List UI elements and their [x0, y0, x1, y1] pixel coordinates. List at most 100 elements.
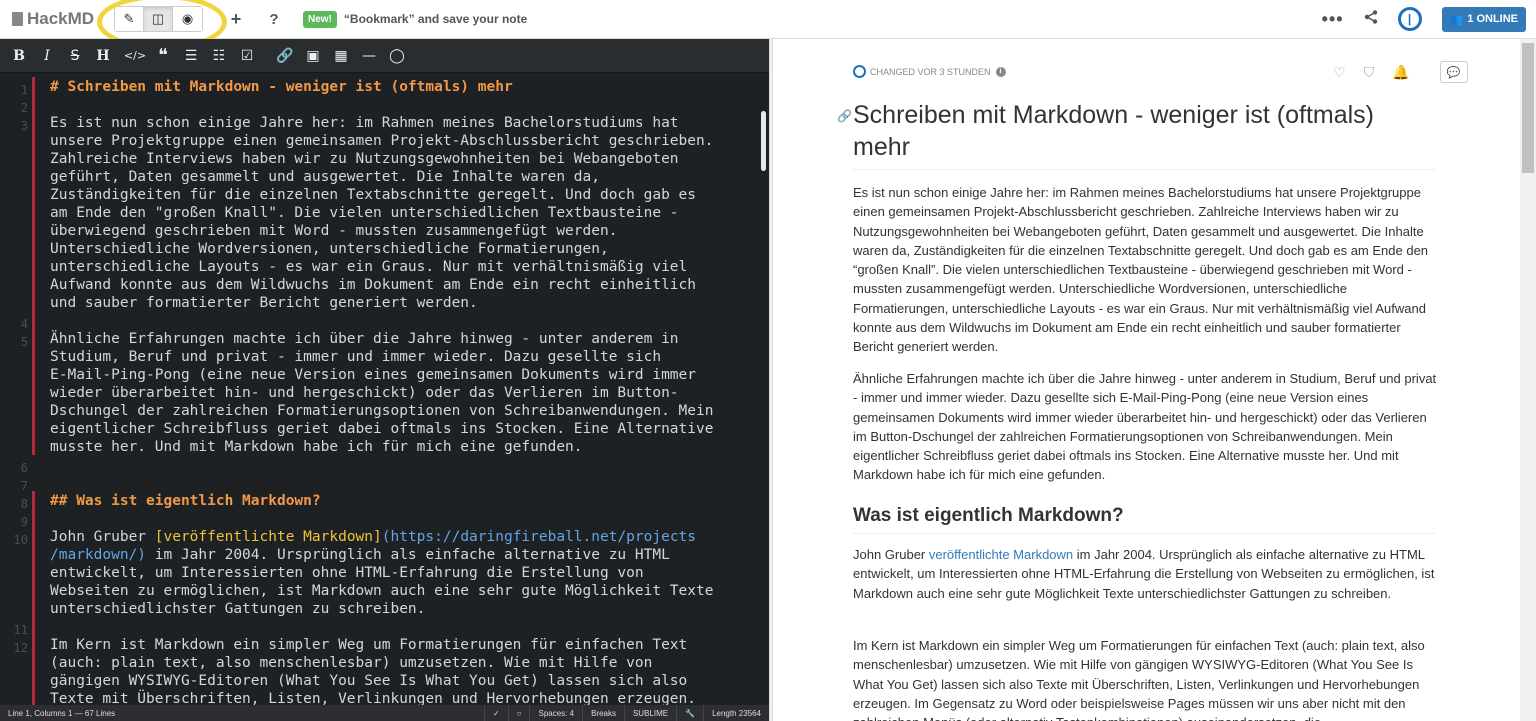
code-line: Unterschiedliche Wordversionen, untersch… [50, 241, 609, 257]
horizontal-line-icon[interactable]: — [356, 43, 382, 69]
menu-dots-icon[interactable]: ••• [1322, 9, 1344, 30]
strikethrough-button[interactable]: S [62, 43, 88, 69]
code-line: Zuständigkeiten für die einzelnen Textab… [50, 187, 697, 203]
power-icon[interactable]: | [1397, 7, 1422, 31]
indent-setting[interactable]: Spaces: 4 [529, 705, 582, 721]
numbered-list-icon[interactable]: ☷ [206, 43, 232, 69]
code-line: wieder überarbeitet hin- und hergeschick… [50, 385, 679, 401]
users-icon: 👥 [1449, 13, 1464, 26]
bold-button[interactable]: B [6, 43, 32, 69]
code-editor[interactable]: 1 2 3 4 5 6 7 8 9 10 11 12 # Schreiben m… [0, 73, 760, 705]
question-icon: ? [269, 10, 279, 28]
keymap-setting[interactable]: SUBLIME [623, 705, 676, 721]
anchor-link-icon[interactable]: 🔗 [837, 109, 852, 123]
preview-pane: CHANGED VOR 3 STUNDEN i ♡ ⛉ 🔔 💬 🔗 Schrei… [773, 39, 1536, 721]
breaks-toggle[interactable]: Breaks [582, 705, 624, 721]
check-icon[interactable]: ✓ [483, 705, 508, 721]
line-number: 4 [20, 317, 28, 331]
code-line: Im Kern ist Markdown ein simpler Weg um … [50, 637, 688, 653]
code-line: (auch: plain text, also menschenlesbar) … [50, 655, 653, 671]
document-length: Length 23564 [703, 705, 769, 721]
top-navbar: HackMD ✎ ◫ ◉ + ? New! “Bookmark” and sav… [0, 0, 1536, 39]
owner-avatar [853, 65, 866, 78]
preview-paragraph: Ähnliche Erfahrungen machte ich über die… [853, 371, 1437, 483]
line-number: 2 [20, 101, 28, 115]
preview-paragraph: Es ist nun schon einige Jahre her: im Ra… [853, 185, 1429, 355]
code-line: unsere Projektgruppe einen gemeinsamen P… [50, 133, 714, 149]
markdown-link[interactable]: veröffentlichte Markdown [929, 547, 1073, 562]
changed-status: CHANGED VOR 3 STUNDEN [870, 66, 991, 77]
code-line: am Ende den "großen Knall". Die vielen u… [50, 205, 679, 221]
code-line: unterschiedlichster Gattungen zu schreib… [50, 601, 426, 617]
code-line: Ähnliche Erfahrungen machte ich über die… [50, 331, 679, 347]
code-line: Zahlreiche Interviews haben wir zu Nutzu… [50, 151, 679, 167]
preview-actions: ♡ ⛉ 🔔 💬 [1333, 61, 1468, 83]
code-link-url: /markdown/) [50, 547, 147, 563]
circle-icon[interactable]: ○ [507, 705, 530, 721]
preview-heading: Was ist eigentlich Markdown? [853, 505, 1436, 534]
table-icon[interactable]: ▦ [328, 43, 354, 69]
line-number: 9 [20, 515, 28, 529]
brand[interactable]: HackMD [0, 9, 110, 29]
code-line: Es ist nun schon einige Jahre her: im Ra… [50, 115, 679, 131]
line-number: 3 [20, 119, 28, 133]
bell-icon[interactable]: 🔔 [1392, 64, 1409, 81]
doc-meta: CHANGED VOR 3 STUNDEN i [853, 65, 1006, 78]
line-number: 8 [20, 497, 28, 511]
line-number: 10 [13, 533, 28, 547]
quote-icon[interactable]: ❝ [150, 43, 176, 69]
bullet-list-icon[interactable]: ☰ [178, 43, 204, 69]
info-icon[interactable]: i [995, 66, 1006, 77]
line-number: 1 [20, 83, 28, 97]
line-number: 7 [20, 479, 28, 493]
code-link-url: (https://daringfireball.net/projects [381, 529, 697, 545]
code-line: eigentlicher Schreibfluss geriet dabei o… [50, 421, 714, 437]
new-note-button[interactable]: + [223, 6, 249, 32]
plus-icon: + [230, 8, 242, 29]
heart-icon[interactable]: ♡ [1333, 64, 1346, 81]
editor-scrollbar-thumb[interactable] [761, 111, 766, 171]
code-line: /markdown/) im Jahr 2004. Ursprünglich a… [50, 546, 750, 564]
code-line: Aufwand konnte aus dem Wildwuchs im Doku… [50, 277, 697, 293]
comment-button[interactable]: 💬 [1439, 61, 1468, 83]
checkbox-icon[interactable]: ☑ [234, 43, 260, 69]
line-number: 5 [20, 335, 28, 349]
navbar-right: ••• | 👥 1 ONLINE [1322, 0, 1536, 39]
code-line: überwiegend geschrieben mit Word - musst… [50, 223, 618, 239]
status-bar: Line 1, Columns 1 — 67 Lines ✓ ○ Spaces:… [0, 705, 769, 721]
image-icon[interactable]: ▣ [300, 43, 326, 69]
code-line: und sauber formatierter Bericht generier… [50, 295, 478, 311]
online-label: 1 ONLINE [1467, 13, 1518, 25]
code-line: # Schreiben mit Markdown - weniger ist (… [50, 79, 513, 95]
link-icon[interactable]: 🔗 [272, 43, 298, 69]
preview-paragraph: John Gruber veröffentlichte Markdown im … [853, 545, 1438, 603]
editor-toolbar: B I S H </> ❝ ☰ ☷ ☑ 🔗 ▣ ▦ — ◯ [0, 39, 769, 73]
change-marker [32, 77, 35, 455]
online-users-button[interactable]: 👥 1 ONLINE [1441, 6, 1526, 32]
speech-bubble-icon: 💬 [1446, 66, 1461, 79]
line-number: 12 [13, 641, 28, 655]
italic-button[interactable]: I [34, 43, 60, 69]
bookmark-hint[interactable]: “Bookmark” and save your note [344, 12, 527, 26]
code-icon[interactable]: </> [122, 43, 148, 69]
code-link-text: [veröffentlichte Markdown] [154, 529, 382, 545]
file-icon [12, 12, 23, 26]
code-line: E-Mail-Ping-Pong (eine neue Version eine… [50, 367, 697, 383]
cursor-position: Line 1, Columns 1 — 67 Lines [8, 708, 116, 718]
bookmark-icon[interactable]: ⛉ [1364, 64, 1375, 81]
comment-icon[interactable]: ◯ [384, 43, 410, 69]
share-icon[interactable] [1364, 10, 1378, 28]
code-text: John Gruber [50, 529, 155, 545]
code-line: unterschiedliche Layouts - es war ein Gr… [50, 259, 688, 275]
code-line: gängigen WYSIWYG-Editoren (What You See … [50, 673, 688, 689]
wrench-icon[interactable]: 🔧 [676, 705, 703, 721]
preview-scrollbar-thumb[interactable] [1522, 43, 1534, 173]
preview-paragraph: Im Kern ist Markdown ein simpler Weg um … [853, 638, 1425, 721]
preview-title: Schreiben mit Markdown - weniger ist (of… [853, 99, 1436, 170]
help-button[interactable]: ? [261, 6, 287, 32]
code-line: entwickelt, um Interessierten ohne HTML-… [50, 565, 644, 581]
heading-button[interactable]: H [90, 43, 116, 69]
editor-pane: B I S H </> ❝ ☰ ☷ ☑ 🔗 ▣ ▦ — ◯ 1 2 3 4 5 … [0, 39, 769, 721]
code-line: geführt, Daten gesammelt und ausgewertet… [50, 169, 600, 185]
code-line: musste her. Und mit Markdown habe ich fü… [50, 439, 583, 455]
